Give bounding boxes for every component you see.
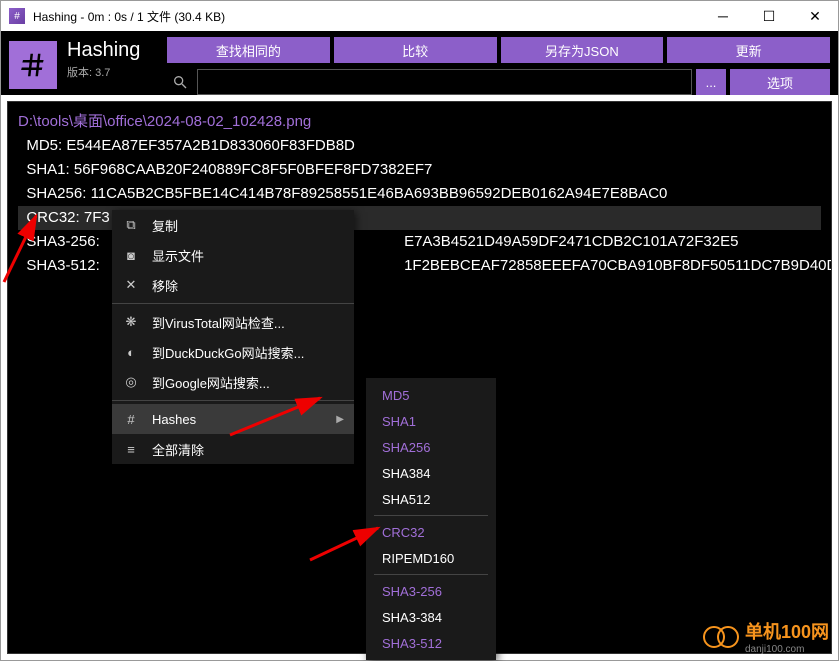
sub-sha512[interactable]: SHA512	[366, 486, 496, 512]
sub-sha3-256[interactable]: SHA3-256	[366, 578, 496, 604]
watermark: 单机100网 danji100.com	[703, 618, 829, 655]
file-path[interactable]: D:\tools\桌面\office\2024-08-02_102428.png	[18, 110, 821, 134]
titlebar-text: Hashing - 0m : 0s / 1 文件 (30.4 KB)	[33, 8, 700, 25]
hash-icon: #	[122, 410, 140, 428]
app-titlebar-icon: #	[9, 8, 25, 24]
header: Hashing 版本: 3.7 查找相同的 比较 另存为JSON 更新 ... …	[1, 31, 838, 95]
sub-separator	[374, 515, 488, 516]
options-button[interactable]: 选项	[730, 69, 830, 95]
ctx-separator	[112, 303, 354, 304]
ctx-google[interactable]: ◎到Google网站搜索...	[112, 367, 354, 397]
toolbar: 查找相同的 比较 另存为JSON 更新 ... 选项	[167, 37, 830, 95]
ctx-remove[interactable]: ✕移除	[112, 270, 354, 300]
hash-line-sha1[interactable]: SHA1: 56F968CAAB20F240889FC8F5F0BFEF8FD7…	[18, 158, 821, 182]
sub-ripemd160[interactable]: RIPEMD160	[366, 545, 496, 571]
search-icon	[167, 69, 193, 95]
sub-sha3-384[interactable]: SHA3-384	[366, 604, 496, 630]
duck-icon: ◐	[122, 343, 140, 361]
hashes-submenu: MD5 SHA1 SHA256 SHA384 SHA512 CRC32 RIPE…	[366, 378, 496, 660]
hash-line-sha256[interactable]: SHA256: 11CA5B2CB5FBE14C414B78F89258551E…	[18, 182, 821, 206]
hash-icon	[18, 50, 48, 80]
window-controls: ─ ☐ ✕	[700, 1, 838, 31]
copy-icon: ⧉	[122, 216, 140, 234]
app-title: Hashing	[67, 39, 157, 62]
chevron-right-icon: ▶	[336, 414, 344, 425]
close-button[interactable]: ✕	[792, 1, 838, 31]
search-row: ... 选项	[167, 69, 830, 95]
sub-sha1[interactable]: SHA1	[366, 408, 496, 434]
clear-icon: ≡	[122, 440, 140, 458]
watermark-title: 单机100网	[745, 618, 829, 644]
app-icon	[9, 41, 57, 89]
button-row: 查找相同的 比较 另存为JSON 更新	[167, 37, 830, 63]
update-button[interactable]: 更新	[667, 37, 830, 63]
ctx-duckduckgo[interactable]: ◐到DuckDuckGo网站搜索...	[112, 337, 354, 367]
sub-md5[interactable]: MD5	[366, 382, 496, 408]
app-version: 版本: 3.7	[67, 64, 157, 80]
sub-sha256[interactable]: SHA256	[366, 434, 496, 460]
sub-crc32[interactable]: CRC32	[366, 519, 496, 545]
minimize-button[interactable]: ─	[700, 1, 746, 31]
app-title-block: Hashing 版本: 3.7	[67, 37, 157, 80]
ctx-hashes[interactable]: #Hashes▶	[112, 404, 354, 434]
watermark-url: danji100.com	[745, 644, 829, 655]
maximize-button[interactable]: ☐	[746, 1, 792, 31]
google-icon: ◎	[122, 373, 140, 391]
save-json-button[interactable]: 另存为JSON	[501, 37, 664, 63]
sub-sha384[interactable]: SHA384	[366, 460, 496, 486]
remove-icon: ✕	[122, 276, 140, 294]
ctx-clear-all[interactable]: ≡全部清除	[112, 434, 354, 464]
titlebar: # Hashing - 0m : 0s / 1 文件 (30.4 KB) ─ ☐…	[1, 1, 838, 31]
more-button[interactable]: ...	[696, 69, 726, 95]
ctx-separator	[112, 400, 354, 401]
ctx-virustotal[interactable]: ❋到VirusTotal网站检查...	[112, 307, 354, 337]
sub-separator	[374, 574, 488, 575]
camera-icon: ◙	[122, 246, 140, 264]
find-same-button[interactable]: 查找相同的	[167, 37, 330, 63]
hash-line-md5[interactable]: MD5: E544EA87EF357A2B1D833060F83FDB8D	[18, 134, 821, 158]
context-menu: ⧉复制 ◙显示文件 ✕移除 ❋到VirusTotal网站检查... ◐到Duck…	[112, 210, 354, 464]
compare-button[interactable]: 比较	[334, 37, 497, 63]
search-input[interactable]	[197, 69, 692, 95]
virus-icon: ❋	[122, 313, 140, 331]
watermark-logo-icon	[703, 626, 739, 648]
ctx-show-file[interactable]: ◙显示文件	[112, 240, 354, 270]
ctx-copy[interactable]: ⧉复制	[112, 210, 354, 240]
sub-sha3-512[interactable]: SHA3-512	[366, 630, 496, 656]
